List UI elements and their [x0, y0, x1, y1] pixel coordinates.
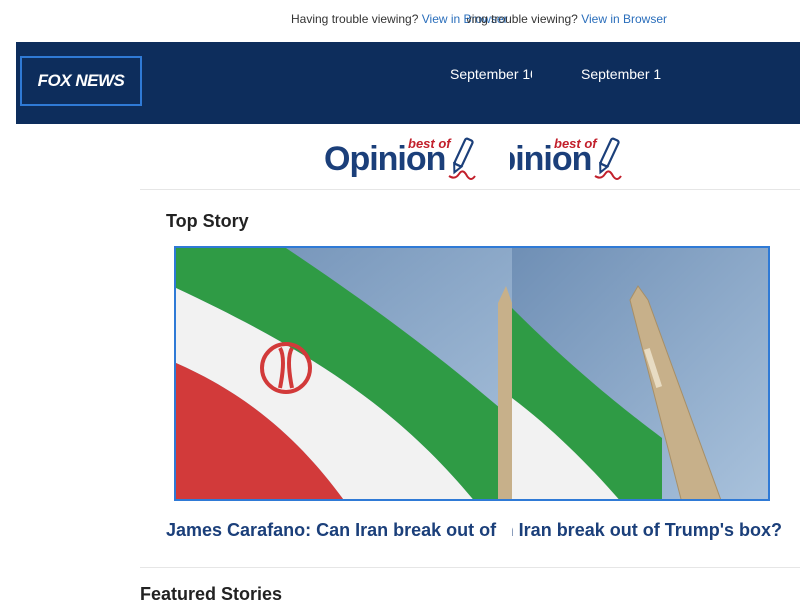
headline-part-2-text[interactable]: Can Iran break out of Trump's box?: [512, 520, 782, 540]
notice-text: Having trouble viewing?: [291, 12, 419, 26]
opinion-label-duplicate: Opinion: [510, 140, 592, 178]
notice-text-duplicate: Having trouble viewing?: [467, 12, 578, 26]
fox-news-logo[interactable]: FOX NEWS: [20, 56, 142, 106]
top-story-title: Top Story: [166, 211, 249, 231]
headline-part-1[interactable]: James Carafano: Can Iran break out of: [166, 520, 512, 541]
header-bar: FOX NEWS September 10, 2019 September 10…: [16, 42, 800, 124]
best-of-opinion-banner: best of Opinion best of Opinion: [0, 132, 800, 188]
image-segment-right: [512, 248, 768, 499]
view-in-browser-link-duplicate[interactable]: View in Browser: [581, 12, 667, 26]
opinion-label: Opinion: [324, 140, 446, 178]
header-date: September 10, 2019: [450, 66, 532, 82]
featured-stories-title: Featured Stories: [140, 584, 283, 604]
iran-flag-image: [176, 248, 512, 499]
divider: [140, 189, 800, 190]
header-date-duplicate: September 10, 2019: [581, 66, 661, 82]
pen-icon: [448, 137, 476, 180]
top-story-headline-link[interactable]: James Carafano: Can Iran break out of Ca…: [166, 520, 786, 546]
divider: [140, 567, 800, 568]
pen-icon: [594, 137, 622, 180]
notice-right: Having trouble viewing? View in Browser: [467, 12, 667, 26]
missile-image: [512, 248, 768, 499]
image-segment-left: [176, 248, 512, 499]
top-story-image[interactable]: [174, 246, 770, 501]
opinion-logo-duplicate: best of Opinion: [510, 132, 630, 188]
headline-part-2[interactable]: Can Iran break out of Trump's box?: [512, 520, 782, 541]
view-in-browser-bar: Having trouble viewing? View in Browser …: [0, 12, 800, 30]
opinion-logo: best of Opinion: [322, 132, 482, 188]
fox-news-logo-text: FOX NEWS: [37, 71, 125, 90]
